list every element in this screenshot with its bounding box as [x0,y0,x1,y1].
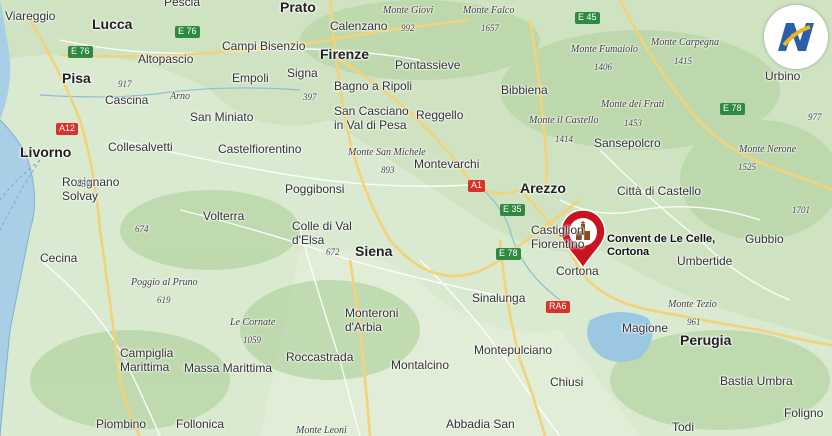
place-castelfiorentino: Castelfiorentino [218,142,302,156]
place-gubbio: Gubbio [745,232,784,246]
place-abbadia-san: Abbadia San [446,417,515,431]
place-san-miniato: San Miniato [190,110,254,124]
elev-1059: 1059 [243,335,261,345]
place-cortona: Cortona [556,264,599,278]
mount-tezio: Monte Tezio [668,299,717,310]
elev-1414: 1414 [555,134,573,144]
elev-1453: 1453 [624,118,642,128]
place-roccastrada: Roccastrada [286,350,354,364]
place-cecina: Cecina [40,251,78,265]
elev-977: 977 [808,112,822,122]
place-citta-di-castello: Città di Castello [617,184,702,198]
place-livorno: Livorno [20,144,72,160]
place-perugia: Perugia [680,332,732,348]
place-altopascio: Altopascio [138,52,194,66]
place-siena: Siena [355,243,393,259]
elev-893: 893 [381,165,395,175]
mount-nerone: Monte Nerone [739,144,797,155]
place-campi-bisenzio: Campi Bisenzio [222,39,306,53]
elev-457: 457 [77,179,91,189]
road-e45: E 45 [575,12,600,24]
place-magione: Magione [622,321,669,335]
mount-falco: Monte Falco [463,5,515,16]
place-san-casciano: San Casciano in Val di Pesa [334,104,409,133]
place-viareggio: Viareggio [5,9,56,23]
place-piombino: Piombino [96,417,147,431]
road-e76-east: E 76 [175,26,200,38]
place-prato: Prato [280,0,316,15]
place-calenzano: Calenzano [330,19,388,33]
place-pescia: Pescia [164,0,201,9]
place-todi: Todi [672,420,695,434]
place-pontassieve: Pontassieve [395,58,461,72]
elev-1657: 1657 [481,23,499,33]
road-a1: A1 [468,180,486,192]
place-castiglion-fiorentino: Castiglion Fiorentino [531,223,585,252]
elev-961: 961 [687,317,701,327]
elev-917: 917 [118,79,132,89]
elev-674: 674 [135,224,149,234]
place-volterra: Volterra [203,209,245,223]
place-bastia-umbra: Bastia Umbra [720,374,793,388]
elev-992: 992 [401,23,415,33]
road-e35: E 35 [500,204,525,216]
place-signa: Signa [287,66,318,80]
elev-397: 397 [303,92,317,102]
place-colle-di-val-delsa: Colle di Val d'Elsa [292,219,352,248]
road-a12: A12 [56,123,79,135]
mount-il-castello: Monte il Castello [529,115,599,126]
mount-le-cornate: Le Cornate [230,317,276,328]
place-massa-marittima: Massa Marittima [184,361,273,375]
place-foligno: Foligno [784,406,824,420]
logo-icon [766,7,826,67]
elev-672: 672 [326,247,340,257]
place-follonica: Follonica [176,417,225,431]
elev-1525: 1525 [738,162,756,172]
place-campiglia-marittima: Campiglia Marittima [120,346,174,375]
place-arezzo: Arezzo [520,180,566,196]
place-montepulciano: Montepulciano [474,343,553,357]
place-montalcino: Montalcino [391,358,450,372]
place-monteroni-darbia: Monteroni d'Arbia [345,306,399,335]
road-e76-west: E 76 [68,46,93,58]
place-cascina: Cascina [105,93,149,107]
place-lucca: Lucca [92,16,133,32]
place-firenze: Firenze [320,46,370,62]
place-sinalunga: Sinalunga [472,291,526,305]
road-ra6: RA6 [546,301,570,313]
place-montevarchi: Montevarchi [414,157,480,171]
mount-san-michele: Monte San Michele [348,147,426,158]
map-logo [764,5,828,69]
river-arno: Arno [170,91,190,102]
place-urbino: Urbino [765,69,801,83]
mount-fumaiolo: Monte Fumaiolo [571,44,638,55]
place-poggibonsi: Poggibonsi [285,182,345,196]
mount-giovi: Monte Giovi [383,5,434,16]
mount-poggio-al-pruno: Poggio al Pruno [131,277,198,288]
place-reggello: Reggello [416,108,464,122]
elev-1415: 1415 [674,56,692,66]
elev-1406: 1406 [594,62,612,72]
place-bagno-a-ripoli: Bagno a Ripoli [334,79,413,93]
place-bibbiena: Bibbiena [501,83,548,97]
road-e78-north: E 78 [720,103,745,115]
road-e78-south: E 78 [496,248,521,260]
place-chiusi: Chiusi [550,375,584,389]
elev-1701: 1701 [792,205,810,215]
mount-leoni: Monte Leoni [296,425,347,436]
place-pisa: Pisa [62,70,91,86]
place-empoli: Empoli [232,71,269,85]
elev-619: 619 [157,295,171,305]
mount-frati: Monte dei Frati [601,99,665,110]
place-sansepolcro: Sansepolcro [594,136,661,150]
mount-carpegna: Monte Carpegna [651,37,720,48]
poi-label[interactable]: Convent de Le Celle, Cortona [607,233,715,258]
place-collesalvetti: Collesalvetti [108,140,173,154]
